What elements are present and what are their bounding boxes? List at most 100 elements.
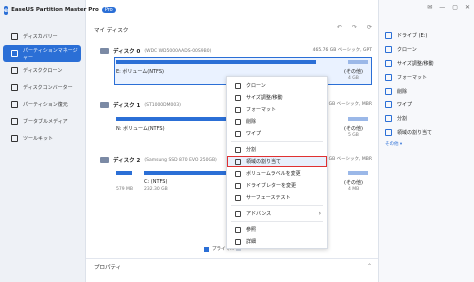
close-icon[interactable]: ✕ <box>465 4 470 11</box>
sidebar-item-disk-converter[interactable]: ディスクコンバーター <box>3 79 81 96</box>
allocate-space-icon <box>235 158 241 165</box>
menu-item-surface-test[interactable]: サーフェーステスト <box>227 192 327 203</box>
expand-icon[interactable]: ⌃ <box>367 263 372 270</box>
op-drive-header: ドライブ (E:) <box>385 29 434 43</box>
operations-list: ドライブ (E:) クローン サイズ調整/移動 フォーマット 削除 ワイプ 分割… <box>385 29 434 147</box>
op-allocate-space[interactable]: 領域の割り当て <box>385 126 434 140</box>
menu-item-label: サーフェーステスト <box>246 195 291 201</box>
sidebar-item-partition-recovery[interactable]: パーティション復元 <box>3 96 81 113</box>
legend-swatch <box>204 246 209 252</box>
menu-item-change-label[interactable]: ボリュームラベルを変更 <box>227 168 327 179</box>
partition-bar-other[interactable] <box>348 171 368 175</box>
surface-test-icon <box>235 194 241 201</box>
chevron-right-icon: › <box>318 210 321 217</box>
menu-item-details[interactable]: 詳細 <box>227 236 327 247</box>
partition-bar-c[interactable] <box>144 171 234 175</box>
more-link[interactable]: その他 ▾ <box>385 141 434 147</box>
menu-item-label: ボリュームラベルを変更 <box>246 171 301 177</box>
menu-separator <box>231 205 323 206</box>
menu-item-clone[interactable]: クローン <box>227 80 327 91</box>
op-delete[interactable]: 削除 <box>385 84 434 98</box>
menu-item-split[interactable]: 分割 <box>227 144 327 155</box>
disk-icon <box>100 102 109 108</box>
disk-header: ディスク 2 (Samsung SSD 870 EVO 250GB) <box>100 156 217 164</box>
menu-item-label: 分割 <box>246 147 257 153</box>
clone-icon <box>385 46 392 54</box>
menu-item-wipe[interactable]: ワイプ <box>227 128 327 139</box>
menu-item-explore[interactable]: 参照 <box>227 224 327 235</box>
menu-item-delete[interactable]: 削除 <box>227 116 327 127</box>
minimize-icon[interactable]: — <box>439 4 445 11</box>
op-split[interactable]: 分割 <box>385 112 434 126</box>
redo-icon[interactable]: ↷ <box>352 24 357 31</box>
op-wipe[interactable]: ワイプ <box>385 98 434 112</box>
disk-icon <box>100 157 109 163</box>
menu-item-resize-move[interactable]: サイズ調整/移動 <box>227 92 327 103</box>
partition-bar-other <box>348 60 368 64</box>
sidebar-item-disk-clone[interactable]: ディスククローン <box>3 62 81 79</box>
menu-item-allocate-space[interactable]: 領域の割り当て <box>227 156 327 167</box>
sidebar-item-label: ディスクコンバーター <box>23 85 73 91</box>
menu-item-change-drive-letter[interactable]: ドライブレターを変更 <box>227 180 327 191</box>
op-label: 分割 <box>397 116 408 123</box>
disk-converter-icon <box>11 84 18 91</box>
wipe-icon <box>235 130 241 137</box>
split-icon <box>235 146 241 153</box>
op-label: サイズ調整/移動 <box>397 60 434 67</box>
disk-name: ディスク 0 <box>113 49 141 55</box>
op-label: 領域の割り当て <box>397 129 433 136</box>
properties-header[interactable]: プロパティ <box>94 263 121 271</box>
menu-item-label: アドバンス <box>246 211 272 217</box>
format-icon <box>235 106 241 113</box>
menu-item-format[interactable]: フォーマット <box>227 104 327 115</box>
drive-icon <box>385 32 392 40</box>
drive-letter-icon <box>235 182 241 189</box>
partition-label-other: (その他) <box>344 126 363 132</box>
undo-icon[interactable]: ↶ <box>337 24 342 31</box>
resize-icon <box>235 94 241 101</box>
disk-model: (WDC WD5000AADS-00S9B0) <box>144 48 212 54</box>
disk-clone-icon <box>11 67 18 74</box>
menu-item-label: ドライブレターを変更 <box>246 183 297 189</box>
menu-item-label: ワイプ <box>246 131 262 137</box>
sidebar-item-discovery[interactable]: ディスカバリー <box>3 28 81 45</box>
sidebar-item-bootable-media[interactable]: ブータブルメディア <box>3 113 81 130</box>
sidebar-item-label: ブータブルメディア <box>23 119 68 125</box>
partition-bar-e <box>116 60 316 64</box>
partition-label: N: ボリューム(NTFS) <box>116 126 165 132</box>
partition-bar-system[interactable] <box>116 171 132 175</box>
feedback-icon[interactable]: ✉ <box>427 4 432 11</box>
refresh-icon[interactable]: ⟳ <box>367 24 372 31</box>
toolkit-icon <box>11 135 18 142</box>
menu-item-label: 削除 <box>246 119 257 125</box>
sidebar-nav: ディスカバリー パーティションマネージャー ディスククローン ディスクコンバータ… <box>0 28 85 147</box>
op-format[interactable]: フォーマット <box>385 70 434 84</box>
window-controls: ✉ — ▢ ✕ <box>427 4 470 11</box>
delete-icon <box>235 118 241 125</box>
disk-toolbar: ↶ ↷ ⟳ <box>337 24 372 31</box>
sidebar-item-label: ディスククローン <box>23 68 63 74</box>
partition-size: 4 GB <box>348 76 359 81</box>
details-icon <box>235 238 241 245</box>
properties-controls: ⌃ <box>367 263 372 270</box>
op-clone[interactable]: クローン <box>385 43 434 57</box>
format-icon <box>385 73 392 81</box>
op-label: 削除 <box>397 88 408 95</box>
context-menu: クローン サイズ調整/移動 フォーマット 削除 ワイプ 分割 領域の割り当て ボ… <box>226 76 328 249</box>
sidebar-item-partition-manager[interactable]: パーティションマネージャー <box>3 45 81 62</box>
clone-icon <box>235 82 241 89</box>
maximize-icon[interactable]: ▢ <box>452 4 458 11</box>
discovery-icon <box>11 33 18 40</box>
op-label: フォーマット <box>397 74 428 81</box>
menu-item-advanced[interactable]: アドバンス › <box>227 208 327 219</box>
disk-name: ディスク 2 <box>113 158 141 164</box>
partition-bar-other[interactable] <box>348 117 368 121</box>
sidebar-item-toolkit[interactable]: ツールキット <box>3 130 81 147</box>
app-titlebar: e EaseUS Partition Master Pro Pro <box>0 0 116 20</box>
app-logo-icon: e <box>4 5 9 15</box>
sidebar: e EaseUS Partition Master Pro Pro ディスカバリ… <box>0 0 116 282</box>
delete-icon <box>385 87 392 95</box>
label-icon <box>235 170 241 177</box>
menu-separator <box>231 221 323 222</box>
op-resize-move[interactable]: サイズ調整/移動 <box>385 57 434 71</box>
